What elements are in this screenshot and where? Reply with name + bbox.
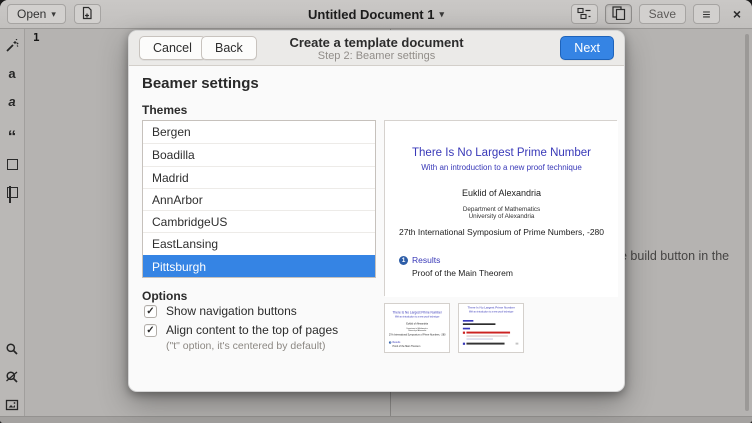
alert-bullet [463, 332, 465, 334]
dialog-title: Create a template document [129, 35, 624, 50]
mini2-slide-subtitle: With an introduction to a new proof tech… [459, 310, 523, 312]
theme-row-madrid[interactable]: Madrid [143, 166, 375, 188]
window-bottom-edge [0, 416, 752, 423]
quotation-icon[interactable]: “ [5, 122, 20, 144]
slide-institute-line1: Department of Mathematics [385, 206, 618, 213]
slide-title: There Is No Largest Prime Number [385, 147, 618, 159]
theorem-heading-bar [463, 320, 473, 322]
themes-list: Bergen Boadilla Madrid AnnArbor Cambridg… [142, 120, 376, 278]
slide-event: 27th International Symposium of Prime Nu… [385, 227, 618, 237]
chevron-down-icon: ▾ [439, 9, 444, 20]
theme-row-pittsburgh-selected[interactable]: Pittsburgh [143, 255, 375, 277]
close-icon: × [733, 6, 741, 22]
headerbar: Open ▾ Untitled Document 1 ▾ [0, 0, 752, 29]
menu-button[interactable]: ≡ [693, 4, 720, 24]
item-text-bar [466, 343, 504, 345]
save-button-label: Save [649, 7, 676, 21]
page-title: Beamer settings [142, 75, 259, 92]
new-document-icon [80, 6, 94, 23]
tools-sidebar: a a “ [0, 29, 25, 417]
open-button-label: Open [17, 7, 46, 21]
app-window: Open ▾ Untitled Document 1 ▾ [0, 0, 752, 423]
align-top-label: Align content to the top of pages [166, 323, 338, 337]
beamer-title-slide: There Is No Largest Prime Number With an… [385, 121, 618, 297]
mini-slide-author: Euklid of Alexandria [385, 322, 449, 325]
chevron-down-icon: ▾ [51, 9, 56, 20]
search-icon[interactable] [5, 341, 20, 356]
window-close-button[interactable]: × [727, 4, 747, 24]
title-slide-mini: There Is No Largest Prime Number With an… [385, 304, 449, 353]
toc-section-label: Results [412, 255, 440, 265]
mini-toc-label: Results [392, 341, 400, 344]
theme-row-annarbor[interactable]: AnnArbor [143, 188, 375, 210]
theme-row-bergen[interactable]: Bergen [143, 121, 375, 143]
mini-toc-badge: 1 [389, 341, 391, 343]
item-bullet [463, 343, 465, 345]
dialog-headerbar: Cancel Back Create a template document S… [129, 31, 624, 66]
slide-toc-item: Proof of the Main Theorem [412, 268, 513, 278]
align-top-caption: ("t" option, it's centered by default) [166, 340, 325, 352]
next-button[interactable]: Next [560, 36, 614, 60]
hamburger-menu-icon: ≡ [702, 6, 710, 22]
help-panel-text: e build button in the [620, 249, 729, 263]
find-replace-icon[interactable] [5, 369, 20, 384]
slide-toc-entry: 1 Results [399, 255, 440, 265]
dialog-step-subtitle: Step 2: Beamer settings [129, 50, 624, 62]
next-button-label: Next [574, 41, 600, 55]
mini-slide-event: 27th International Symposium of Prime Nu… [385, 333, 449, 336]
themes-label: Themes [142, 103, 187, 117]
theorem-text-bar [463, 323, 496, 325]
options-label: Options [142, 289, 187, 303]
checkbox-checked-icon[interactable]: ✓ [144, 305, 157, 318]
page-number-mark [516, 343, 519, 345]
slide-institute-line2: University of Alexandria [385, 213, 618, 220]
scrollbar[interactable] [745, 34, 749, 411]
bold-text-icon[interactable]: a [5, 66, 20, 81]
show-navigation-label: Show navigation buttons [166, 304, 297, 318]
slide-author: Euklid of Alexandria [385, 188, 618, 198]
mini-toc-item: Proof of the Main Theorem [392, 345, 420, 348]
preview-pages-icon [611, 5, 626, 23]
template-dialog: Cancel Back Create a template document S… [128, 30, 625, 392]
frame-icon[interactable] [5, 157, 20, 172]
align-top-option[interactable]: ✓ Align content to the top of pages [144, 323, 338, 337]
open-button[interactable]: Open ▾ [7, 4, 66, 24]
page-layout-icon[interactable] [5, 185, 20, 200]
document-title: Untitled Document 1 [308, 7, 434, 22]
save-button[interactable]: Save [639, 4, 686, 24]
alert-text-bar [466, 332, 510, 334]
insert-image-icon[interactable] [5, 397, 20, 412]
wizard-wand-icon[interactable] [5, 38, 20, 53]
faint-text-bar-2 [466, 338, 492, 340]
toc-number-badge: 1 [399, 256, 408, 265]
mini-slide-title: There Is No Largest Prime Number [385, 311, 449, 314]
mini-slide-subtitle: With an introduction to a new proof tech… [385, 316, 449, 318]
editor-line-number: 1 [33, 31, 40, 44]
document-structure-button[interactable] [571, 4, 598, 24]
italic-text-icon[interactable]: a [5, 94, 20, 109]
mini2-slide-title: There Is No Largest Prime Number [459, 306, 523, 309]
preview-toggle-button[interactable] [605, 4, 632, 24]
theme-row-cambridgeus[interactable]: CambridgeUS [143, 210, 375, 232]
show-navigation-option[interactable]: ✓ Show navigation buttons [144, 304, 297, 318]
faint-text-bar-1 [466, 335, 507, 337]
content-slide-thumbnail: There Is No Largest Prime Number With an… [458, 303, 524, 353]
theme-preview: There Is No Largest Prime Number With an… [384, 120, 617, 296]
mini-institute-line2: University of Alexandria [385, 329, 449, 331]
document-structure-icon [577, 6, 592, 23]
theme-row-eastlansing[interactable]: EastLansing [143, 232, 375, 254]
slide-subtitle: With an introduction to a new proof tech… [385, 163, 618, 172]
proof-heading-bar [463, 328, 470, 330]
title-slide-thumbnail: There Is No Largest Prime Number With an… [384, 303, 450, 353]
checkbox-checked-icon[interactable]: ✓ [144, 324, 157, 337]
content-slide-mini: There Is No Largest Prime Number With an… [459, 304, 523, 353]
theme-row-boadilla[interactable]: Boadilla [143, 143, 375, 165]
new-document-button[interactable] [74, 4, 101, 24]
